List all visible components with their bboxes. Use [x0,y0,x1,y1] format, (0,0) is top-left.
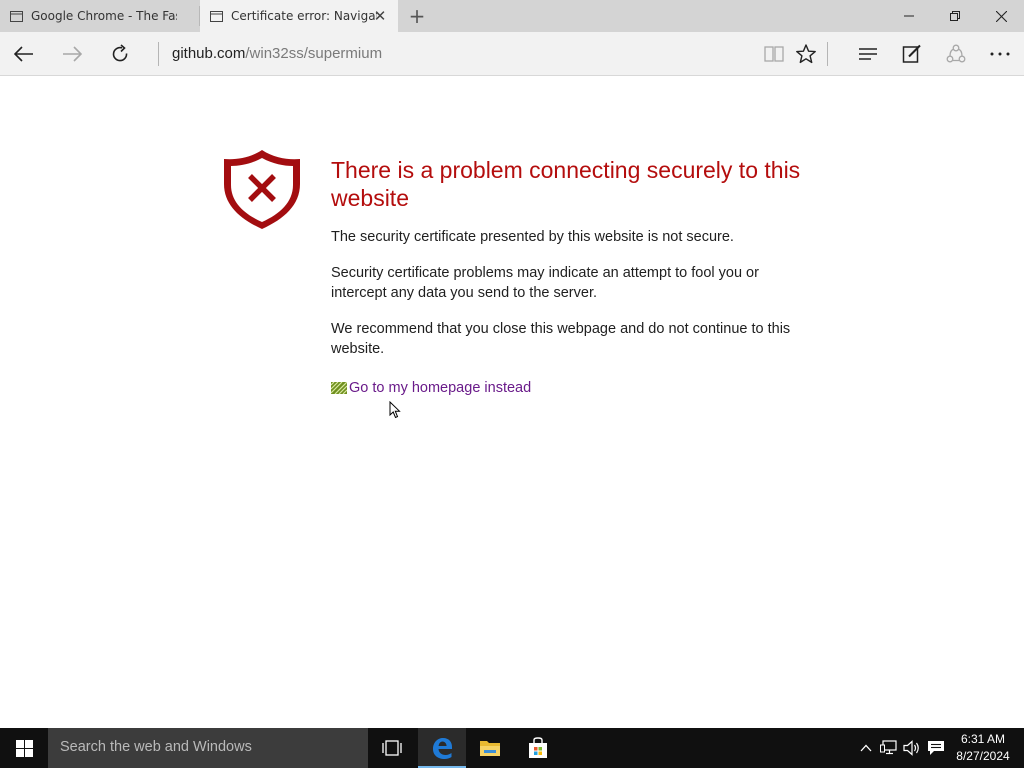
favorite-button[interactable] [784,32,828,76]
tab-bar: Google Chrome - The Fast & Certificate e… [0,0,1024,32]
close-icon [995,10,1007,22]
network-icon [880,740,897,755]
more-button[interactable] [978,32,1022,76]
shield-error-icon [224,150,300,229]
error-recommendation: We recommend that you close this webpage… [331,321,791,357]
error-message: The security certificate presented by th… [331,229,734,245]
reading-view-icon [764,46,784,62]
start-button[interactable] [0,728,48,768]
tab-label: Google Chrome - The Fast & [31,9,177,23]
edge-taskbar-button[interactable] [418,728,466,768]
tab-label: Certificate error: Navigat [231,9,377,23]
page-icon [10,10,23,22]
notification-icon [928,741,944,755]
star-icon [796,44,816,64]
web-note-button[interactable] [890,32,934,76]
navigation-bar: github.com/win32ss/supermium [0,32,1024,76]
taskbar-search-box[interactable]: Search the web and Windows [48,728,368,768]
web-note-icon [902,44,921,63]
volume-button[interactable] [902,738,922,758]
more-icon [990,52,1010,56]
error-title: There is a problem connecting securely t… [331,157,801,211]
error-warning: Security certificate problems may indica… [331,265,759,301]
minimize-icon [904,15,914,17]
address-path: /win32ss/supermium [245,45,383,62]
forward-arrow-icon [63,46,82,62]
refresh-button[interactable] [98,32,142,76]
windows-logo-icon [15,739,33,757]
homepage-icon [331,382,347,394]
file-explorer-button[interactable] [466,728,514,768]
share-icon [946,44,966,63]
new-tab-button[interactable]: + [406,3,428,29]
address-bar[interactable]: github.com/win32ss/supermium [172,44,382,64]
network-button[interactable] [879,738,899,758]
restore-button[interactable] [932,0,978,32]
tab-google-chrome[interactable]: Google Chrome - The Fast & [0,0,198,32]
show-hidden-icons-button[interactable] [856,738,876,758]
toolbar-divider [827,42,828,66]
hub-icon [859,48,877,60]
edge-icon [433,738,452,759]
chevron-up-icon [860,744,872,752]
clock-time: 6:31 AM [960,732,1006,746]
tab-certificate-error[interactable]: Certificate error: Navigat ✕ [200,0,398,32]
page-content: There is a problem connecting securely t… [0,77,1024,728]
file-explorer-icon [480,741,500,756]
restore-icon [950,11,960,21]
task-view-button[interactable] [368,728,416,768]
share-button[interactable] [934,32,978,76]
volume-icon [903,740,919,756]
page-icon [210,10,223,22]
taskbar: Search the web and Windows 6:31 AM 8/27/… [0,728,1024,768]
address-host: github.com [172,45,246,62]
mouse-cursor-icon [389,401,401,419]
refresh-icon [112,44,128,62]
close-tab-icon[interactable]: ✕ [372,7,388,25]
close-window-button[interactable] [978,0,1024,32]
clock-date: 8/27/2024 [956,749,1010,763]
action-center-button[interactable] [926,738,946,758]
store-button[interactable] [514,728,562,768]
hub-button[interactable] [846,32,890,76]
back-arrow-icon [14,46,33,62]
search-placeholder: Search the web and Windows [60,739,252,755]
minimize-button[interactable] [886,0,932,32]
address-divider [158,42,159,66]
forward-button[interactable] [50,32,94,76]
homepage-link[interactable]: Go to my homepage instead [331,378,531,398]
task-view-icon [382,740,402,756]
homepage-link-label: Go to my homepage instead [349,380,532,396]
taskbar-clock[interactable]: 6:31 AM 8/27/2024 [950,731,1016,765]
store-icon [529,737,547,758]
back-button[interactable] [2,32,46,76]
